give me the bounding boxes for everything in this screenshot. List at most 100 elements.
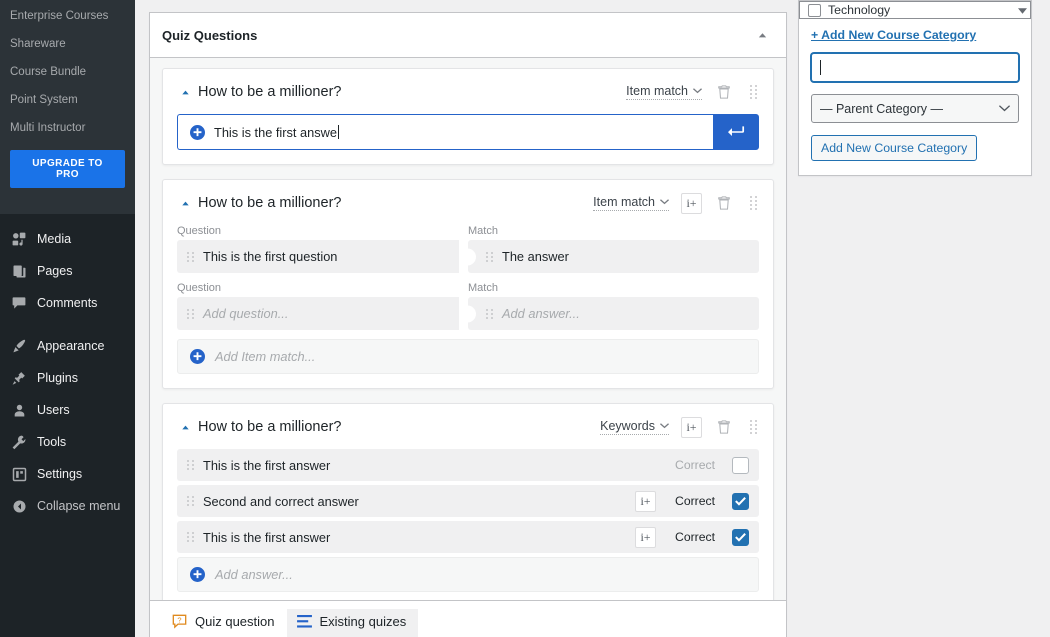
sidebar-item-label: Comments	[37, 296, 98, 310]
sidebar-item-media[interactable]: Media	[0, 223, 135, 255]
delete-question-button[interactable]	[713, 192, 735, 214]
delete-question-button[interactable]	[713, 81, 735, 103]
sidebar-item-label: Settings	[37, 467, 83, 481]
tab-quiz-question[interactable]: ? Quiz question	[162, 609, 287, 637]
submit-answer-button[interactable]	[713, 114, 759, 150]
sidebar-item-collapse-menu[interactable]: Collapse menu	[0, 490, 135, 522]
chevron-up-icon[interactable]	[177, 87, 193, 98]
upgrade-to-pro-button[interactable]: UPGRADE TO PRO	[10, 150, 125, 188]
chevron-down-icon	[693, 88, 702, 94]
wordpress-admin-screen: Enterprise Courses Shareware Course Bund…	[0, 0, 1050, 637]
enter-arrow-icon	[727, 126, 744, 136]
add-info-button[interactable]: i+	[635, 490, 657, 512]
question-type-dropdown[interactable]: Item match	[593, 195, 669, 211]
sidebar-item-multi-instructor[interactable]: Multi Instructor	[0, 114, 135, 142]
sidebar-item-course-bundle[interactable]: Course Bundle	[0, 58, 135, 86]
question-column-label: Question	[177, 225, 222, 237]
category-checkbox[interactable]	[808, 3, 821, 17]
drag-handle-icon[interactable]	[187, 308, 194, 319]
add-item-match-button[interactable]: Add Item match...	[177, 339, 759, 374]
sidebar-item-plugins[interactable]: Plugins	[0, 362, 135, 394]
sidebar-item-enterprise-courses[interactable]: Enterprise Courses	[0, 2, 135, 30]
question-card-header: How to be a millioner? Keywords i+	[177, 416, 759, 438]
drag-handle-icon[interactable]	[486, 308, 493, 319]
correct-label: Correct	[675, 458, 715, 472]
plus-circle-icon	[190, 124, 205, 140]
new-category-name-input[interactable]	[811, 53, 1019, 82]
sidebar-item-point-system[interactable]: Point System	[0, 86, 135, 114]
drag-handle-icon[interactable]	[747, 196, 759, 210]
add-new-course-category-button[interactable]: Add New Course Category	[811, 135, 978, 161]
sidebar-item-label: Plugins	[37, 371, 78, 385]
course-category-panel: Technology + Add New Course Category — P…	[798, 0, 1032, 176]
match-field-col: Match Add answer...	[468, 282, 759, 330]
drag-handle-icon[interactable]	[187, 251, 194, 262]
tools-icon	[10, 433, 28, 451]
sidebar-item-settings[interactable]: Settings	[0, 458, 135, 490]
sidebar-item-appearance[interactable]: Appearance	[0, 330, 135, 362]
quiz-questions-panel: Quiz Questions How to be a millioner? It…	[149, 12, 787, 620]
match-field[interactable]: The answer	[468, 240, 759, 273]
answer-row[interactable]: Second and correct answer i+ Correct	[177, 485, 759, 517]
correct-checkbox[interactable]	[732, 528, 749, 546]
drag-handle-icon[interactable]	[187, 532, 194, 542]
drag-handle-icon[interactable]	[486, 251, 493, 262]
users-icon	[10, 401, 28, 419]
sidebar-item-comments[interactable]: Comments	[0, 287, 135, 319]
parent-category-select[interactable]: — Parent Category —	[811, 94, 1019, 123]
sidebar-item-shareware[interactable]: Shareware	[0, 30, 135, 58]
drag-handle-icon[interactable]	[747, 420, 759, 434]
add-item-match-label: Add Item match...	[215, 349, 316, 364]
text-cursor	[820, 60, 821, 75]
match-field-empty[interactable]: Add answer...	[468, 297, 759, 330]
sidebar-item-pages[interactable]: Pages	[0, 255, 135, 287]
add-info-button[interactable]: i+	[681, 416, 702, 438]
question-field-placeholder: Add question...	[203, 306, 289, 321]
correct-checkbox[interactable]	[732, 456, 749, 474]
correct-label: Correct	[675, 494, 715, 508]
sidebar-item-label: Media	[37, 232, 72, 246]
answer-row[interactable]: This is the first answer Correct	[177, 449, 759, 481]
chevron-up-icon[interactable]	[750, 23, 774, 47]
pages-icon	[10, 262, 28, 280]
settings-icon	[10, 465, 28, 483]
add-info-button[interactable]: i+	[681, 192, 702, 214]
chevron-down-icon	[660, 423, 669, 429]
question-type-dropdown[interactable]: Keywords	[600, 419, 669, 435]
question-type-dropdown[interactable]: Item match	[626, 84, 702, 100]
question-field-col: Question Add question...	[177, 282, 468, 330]
match-column-label: Match	[468, 225, 498, 237]
drag-handle-icon[interactable]	[747, 85, 759, 99]
course-category-list[interactable]: Technology	[799, 1, 1031, 19]
chevron-down-icon	[999, 105, 1010, 112]
add-info-button[interactable]: i+	[635, 526, 657, 548]
question-card: How to be a millioner? Keywords i+ This …	[162, 403, 774, 607]
category-option-technology[interactable]: Technology	[800, 3, 898, 17]
answer-text: This is the first answer	[203, 529, 331, 545]
delete-question-button[interactable]	[713, 416, 735, 438]
sidebar-item-users[interactable]: Users	[0, 394, 135, 426]
question-field[interactable]: This is the first question	[177, 240, 459, 273]
quiz-tab-bar: ? Quiz question Existing quizes	[149, 600, 787, 637]
question-bubble-icon: ?	[172, 614, 187, 629]
sidebar-item-tools[interactable]: Tools	[0, 426, 135, 458]
answer-input[interactable]: This is the first answe	[177, 114, 713, 150]
correct-checkbox[interactable]	[732, 492, 749, 510]
answer-row[interactable]: This is the first answer i+ Correct	[177, 521, 759, 553]
parent-category-value: — Parent Category —	[820, 101, 943, 116]
add-answer-label: Add answer...	[215, 567, 293, 582]
page-title: Quiz Questions	[162, 27, 258, 43]
main-content: Quiz Questions How to be a millioner? It…	[135, 0, 1050, 637]
add-new-course-category-link[interactable]: + Add New Course Category	[811, 28, 976, 42]
tab-existing-quizes[interactable]: Existing quizes	[286, 609, 419, 637]
question-field-empty[interactable]: Add question...	[177, 297, 459, 330]
drag-handle-icon[interactable]	[187, 496, 194, 506]
add-answer-button[interactable]: Add answer...	[177, 557, 759, 592]
chevron-up-icon[interactable]	[177, 198, 193, 209]
answer-input-row: This is the first answe	[177, 114, 759, 150]
chevron-down-icon	[660, 199, 669, 205]
drag-handle-icon[interactable]	[187, 460, 194, 470]
chevron-up-icon[interactable]	[177, 422, 193, 433]
scrollbar-down-arrow-icon[interactable]	[1018, 2, 1027, 18]
match-pair-row: Question Add question... Match Add answe…	[177, 282, 759, 330]
